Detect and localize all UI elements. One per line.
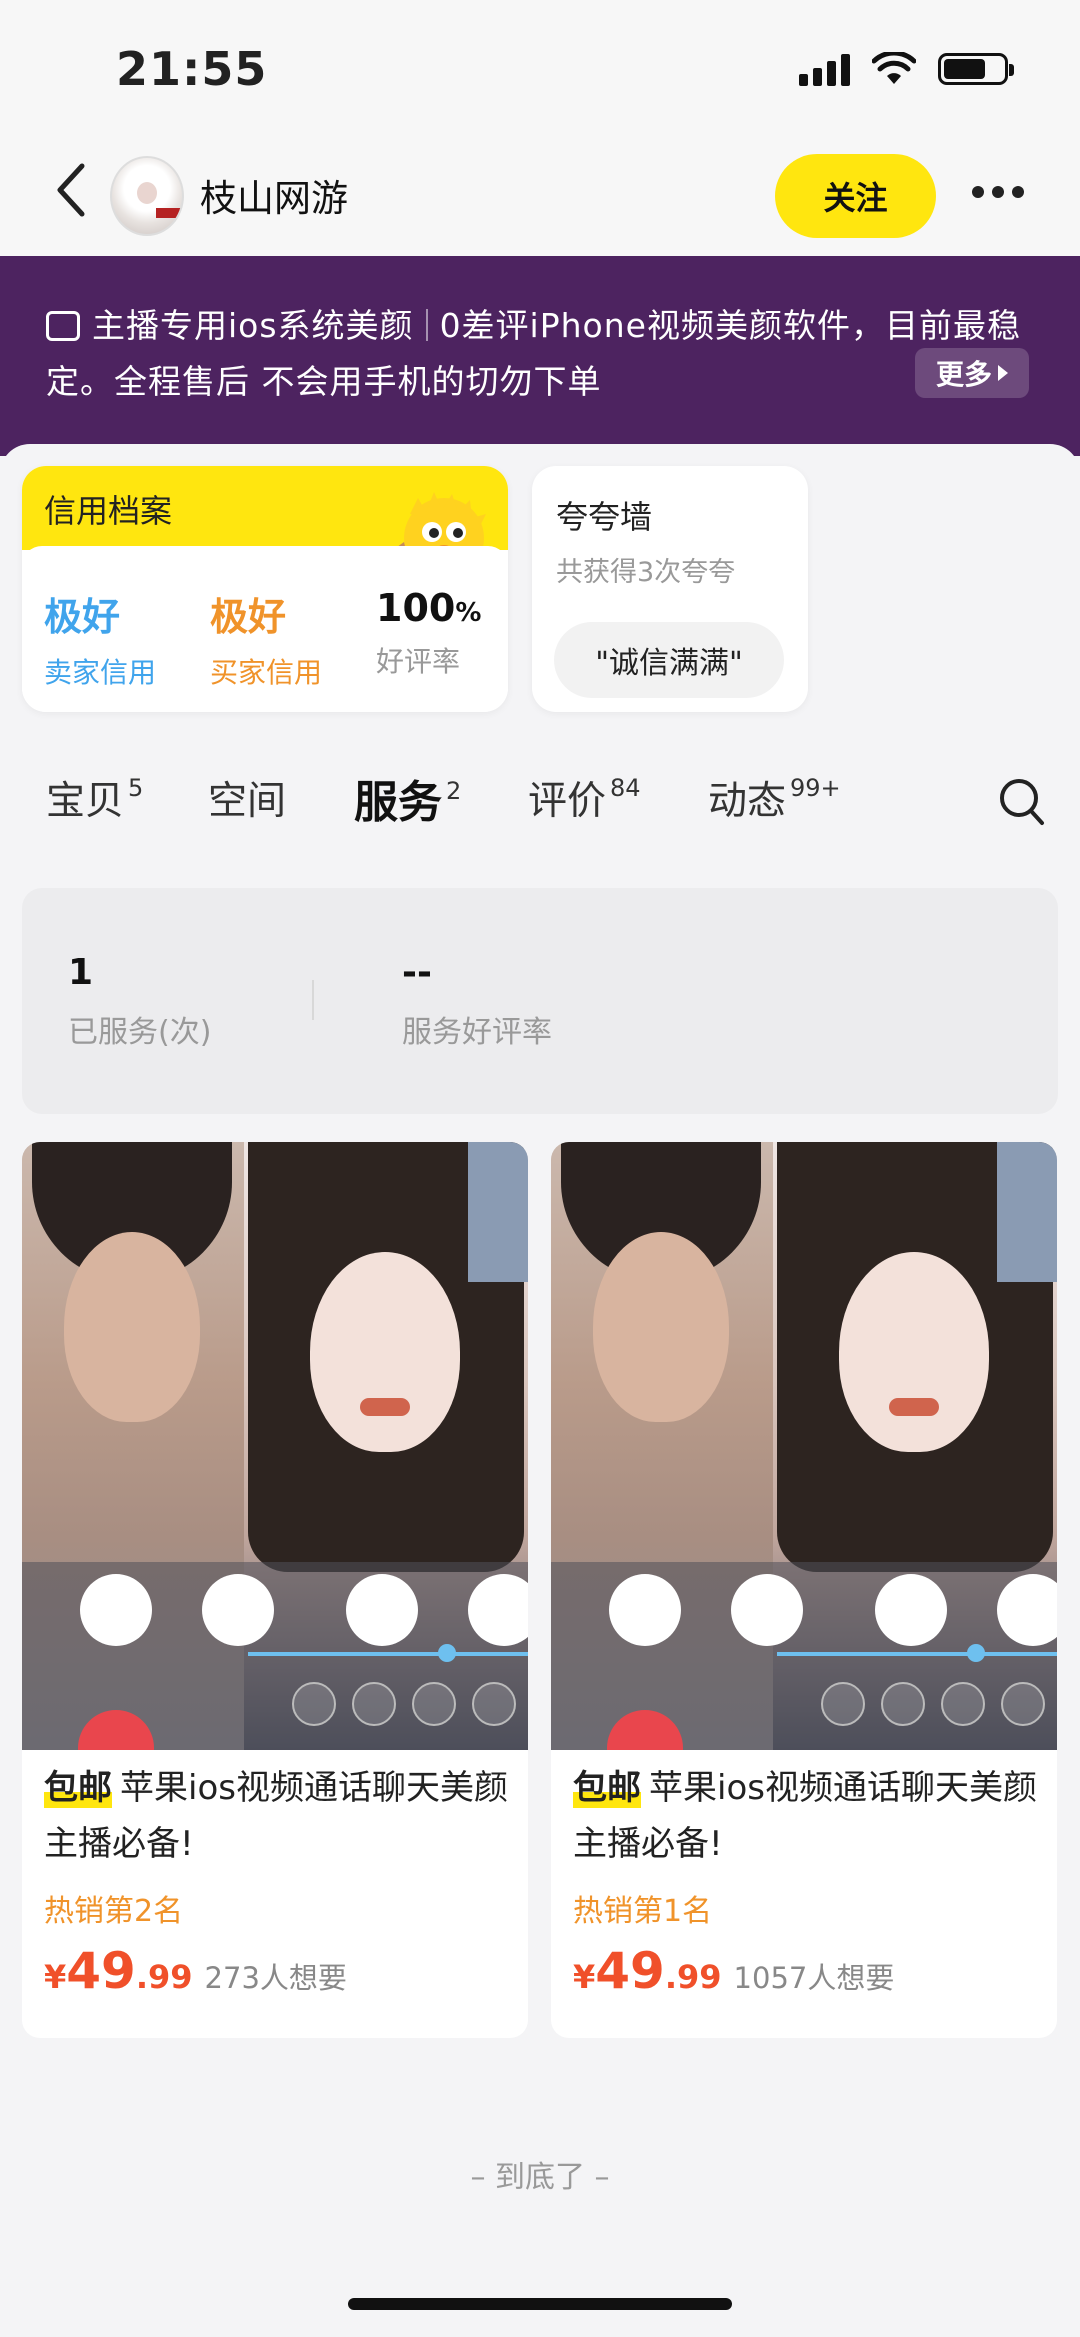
credit-title: 信用档案	[44, 492, 173, 530]
shop-avatar[interactable]	[110, 156, 184, 236]
product-image[interactable]	[22, 1142, 528, 1750]
product-rank: 热销第2名	[44, 1894, 184, 1929]
want-count: 273人想要	[204, 1961, 347, 1995]
product-image[interactable]	[551, 1142, 1057, 1750]
free-shipping-tag: 包邮	[573, 1768, 641, 1808]
follow-button[interactable]: 关注	[775, 154, 936, 238]
home-indicator[interactable]	[348, 2298, 732, 2310]
praise-pill: "诚信满满"	[554, 622, 784, 698]
back-arrow-icon[interactable]	[50, 160, 90, 220]
caret-right-icon	[998, 365, 1008, 381]
praise-title: 夸夸墙	[556, 498, 653, 536]
divider	[312, 980, 314, 1020]
tab-reviews[interactable]: 评价 84	[528, 770, 641, 826]
divider	[425, 309, 428, 341]
seller-credit: 极好 卖家信用	[44, 595, 157, 689]
tab-feed[interactable]: 动态 99+	[708, 770, 841, 826]
praise-subtitle: 共获得3次夸夸	[556, 557, 736, 588]
announcement-text: 主播专用ios系统美颜 0差评iPhone视频美颜软件，目前最稳定。全程售后 不会…	[46, 306, 1021, 401]
status-icons	[799, 52, 1014, 86]
product-card[interactable]: 包邮 苹果ios视频通话聊天美颜主播必备! 热销第2名 ¥49.99 273人想要	[22, 1142, 528, 2038]
status-time: 21:55	[116, 42, 268, 96]
product-card[interactable]: 包邮 苹果ios视频通话聊天美颜主播必备! 热销第1名 ¥49.99 1057人想…	[551, 1142, 1057, 2038]
end-of-list-text: – 到底了 –	[470, 2160, 610, 2195]
product-title: 包邮 苹果ios视频通话聊天美颜主播必备!	[573, 1768, 1037, 1864]
service-rating: -- 服务好评率	[402, 952, 552, 1050]
served-count: 1 已服务(次)	[68, 952, 212, 1050]
top-bar: 21:55 枝山网游 关注	[0, 0, 1080, 256]
shop-name[interactable]: 枝山网游	[200, 168, 348, 222]
credit-profile-card[interactable]: 信用档案 极好 卖家信用 极好 买家信用 100% 好评率	[22, 466, 508, 712]
more-options-icon[interactable]	[972, 186, 1024, 198]
buyer-credit: 极好 买家信用	[210, 595, 323, 689]
tab-bar: 宝贝 5 空间 服务 2 评价 84 动态 99+	[0, 760, 1080, 850]
search-icon[interactable]	[998, 776, 1046, 828]
announcement-more-button[interactable]: 更多	[915, 348, 1029, 398]
product-price: ¥49.99 1057人想要	[573, 1942, 895, 2000]
service-stats-card: 1 已服务(次) -- 服务好评率	[22, 888, 1058, 1114]
product-rank: 热销第1名	[573, 1894, 713, 1929]
tab-items[interactable]: 宝贝 5	[46, 770, 143, 826]
battery-icon	[938, 53, 1014, 85]
wifi-icon	[872, 52, 916, 84]
product-price: ¥49.99 273人想要	[44, 1942, 347, 2000]
free-shipping-tag: 包邮	[44, 1768, 112, 1808]
announcement-banner: 主播专用ios系统美颜 0差评iPhone视频美颜软件，目前最稳定。全程售后 不会…	[0, 256, 1080, 456]
product-title: 包邮 苹果ios视频通话聊天美颜主播必备!	[44, 1768, 508, 1864]
shop-icon	[46, 311, 80, 341]
main-sheet: 信用档案 极好 卖家信用 极好 买家信用 100% 好评率 夸夸墙 共获得3次夸…	[0, 444, 1080, 2337]
praise-wall-card[interactable]: 夸夸墙 共获得3次夸夸 "诚信满满"	[532, 466, 808, 712]
tab-space[interactable]: 空间	[208, 770, 286, 826]
want-count: 1057人想要	[733, 1961, 895, 1995]
tab-services[interactable]: 服务 2	[354, 766, 461, 830]
cellular-signal-icon	[799, 52, 850, 86]
positive-rating: 100% 好评率	[376, 586, 482, 678]
